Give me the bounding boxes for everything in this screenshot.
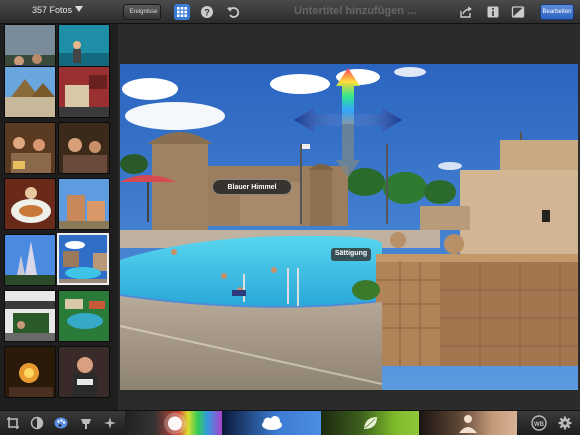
edit-button[interactable]: Bearbeiten (540, 4, 574, 20)
bottom-edit-toolbar: WB (0, 410, 580, 435)
brush-icon[interactable] (79, 416, 93, 430)
photo-thumbnail[interactable] (58, 290, 110, 342)
foliage-slider[interactable] (321, 411, 419, 435)
top-toolbar: 357 Fotos Ereignisse ? Untertitel hinzuf… (0, 0, 580, 24)
photo-thumbnail-selected[interactable] (57, 233, 109, 285)
share-icon[interactable] (459, 5, 473, 19)
sky-right-arrow (354, 108, 402, 132)
chevron-down-icon[interactable] (74, 4, 84, 14)
app-window: 357 Fotos Ereignisse ? Untertitel hinzuf… (0, 0, 580, 435)
color-slider[interactable] (125, 411, 222, 435)
photo-thumbnail[interactable] (58, 122, 110, 174)
photo-thumbnail[interactable] (4, 66, 56, 118)
photo-thumbnail[interactable] (4, 234, 56, 286)
svg-text:WB: WB (534, 422, 545, 428)
photo-viewer: Blauer Himmel Sättigung (118, 24, 580, 410)
photo-thumbnail[interactable] (4, 290, 56, 342)
saturation-label: Sättigung (331, 248, 371, 261)
photo-count-label[interactable]: 357 Fotos (32, 5, 72, 15)
photo-thumbnail[interactable] (58, 346, 110, 398)
undo-icon[interactable] (226, 5, 240, 19)
skin-tone-slider[interactable] (419, 411, 517, 435)
leaf-icon (364, 417, 377, 429)
info-icon[interactable] (486, 5, 500, 19)
help-icon[interactable]: ? (200, 5, 214, 19)
white-balance-icon[interactable]: WB (531, 415, 547, 431)
blue-sky-label: Blauer Himmel (212, 179, 292, 195)
photo-thumbnail[interactable] (58, 178, 110, 230)
color-slider-knob-icon (164, 412, 186, 435)
photo-thumbnail[interactable] (58, 66, 110, 118)
cloud-icon (262, 416, 282, 430)
sky-slider[interactable] (222, 411, 321, 435)
photo-thumbnail-sidebar[interactable] (0, 24, 118, 410)
grid-view-button[interactable] (174, 4, 190, 20)
saturation-down-arrow (336, 124, 360, 178)
photo-thumbnail[interactable] (4, 122, 56, 174)
svg-text:?: ? (204, 8, 210, 18)
exposure-icon[interactable] (30, 416, 44, 430)
adjustment-gesture-overlay[interactable] (120, 64, 578, 390)
events-back-button[interactable]: Ereignisse (123, 4, 161, 20)
adjust-icon[interactable] (511, 5, 525, 19)
color-palette-icon[interactable] (54, 416, 68, 430)
crop-icon[interactable] (6, 416, 20, 430)
photo-thumbnail[interactable] (4, 346, 56, 398)
main-photo[interactable]: Blauer Himmel Sättigung (120, 64, 578, 390)
person-icon (459, 415, 477, 433)
sky-left-arrow (294, 108, 342, 132)
photo-thumbnail[interactable] (4, 178, 56, 230)
effects-sparkle-icon[interactable] (103, 416, 117, 430)
gear-icon[interactable] (558, 416, 572, 430)
subtitle-input[interactable]: Untertitel hinzufügen ... (294, 5, 416, 17)
grid-icon (177, 7, 187, 17)
